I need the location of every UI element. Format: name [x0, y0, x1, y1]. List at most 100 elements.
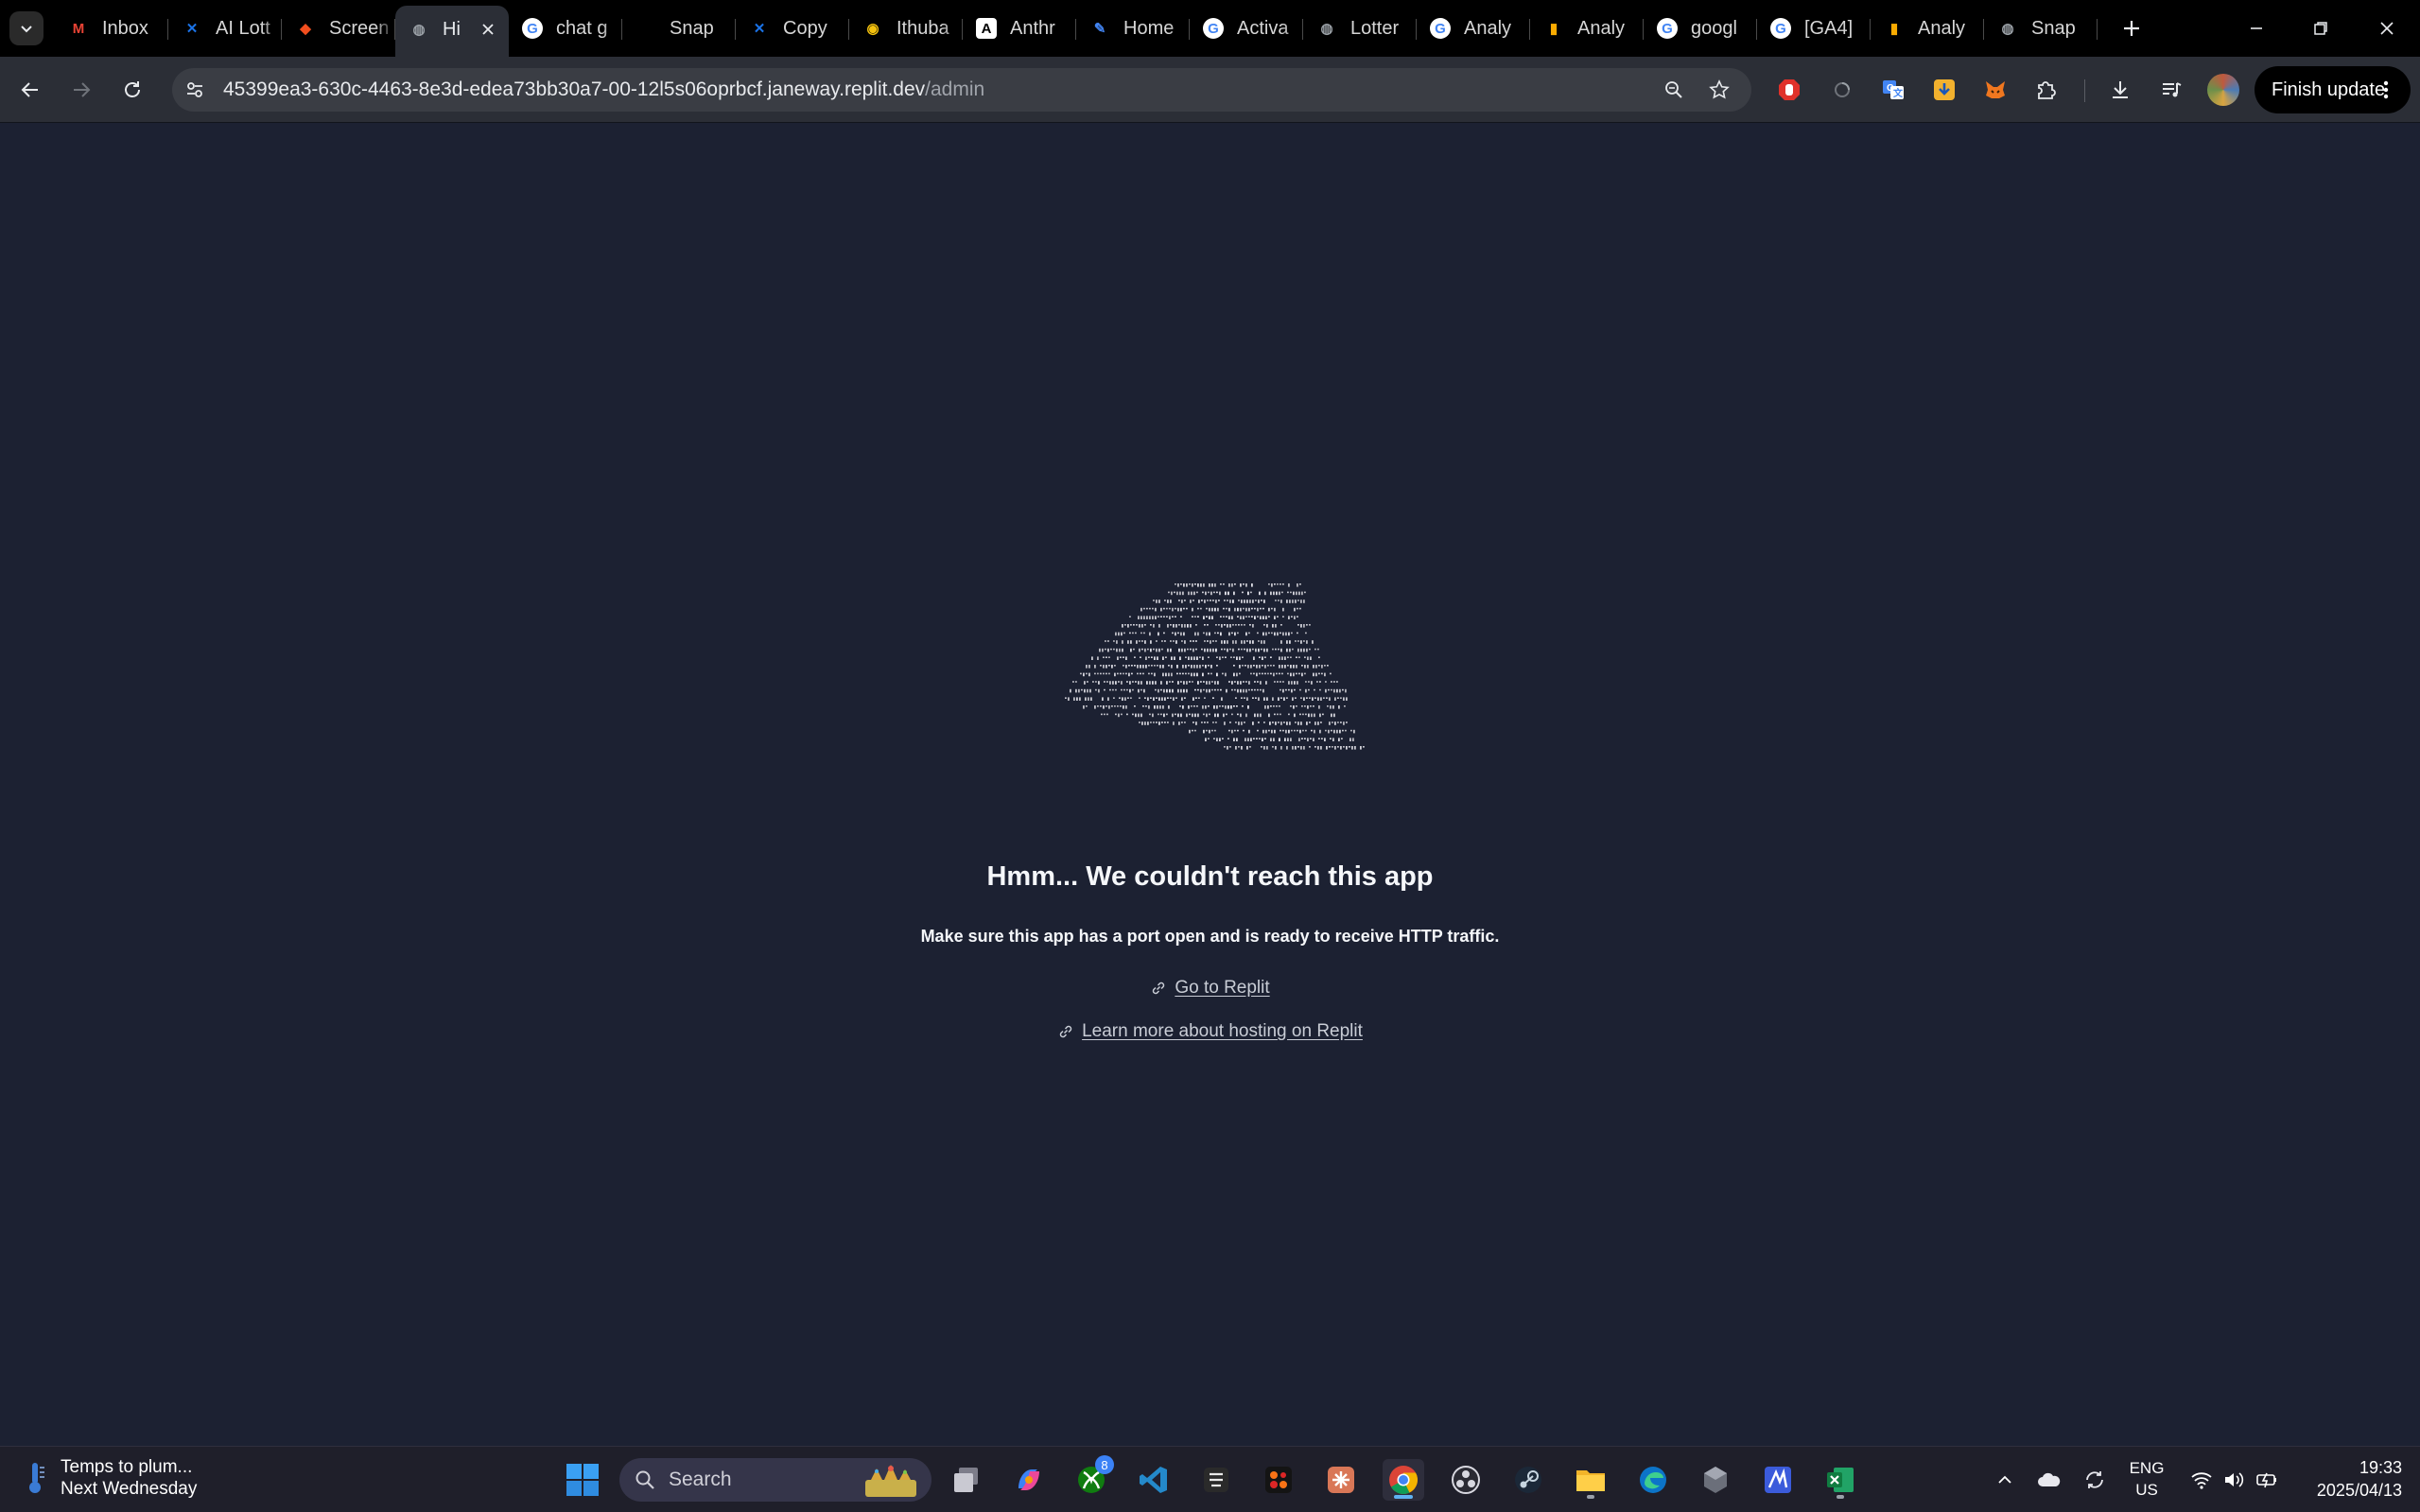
tab-1[interactable]: ✕ AI Lott [168, 6, 282, 51]
ascii-char [1075, 688, 1077, 693]
weather-widget[interactable]: Temps to plum... Next Wednesday [23, 1456, 197, 1500]
chrome-button[interactable] [1383, 1459, 1424, 1501]
tab-10[interactable]: G Activa [1190, 6, 1303, 51]
ascii-char [1354, 746, 1356, 750]
tab-7[interactable]: ◉ Ithuba [849, 6, 963, 51]
ascii-char [1175, 697, 1177, 699]
ascii-char [1333, 681, 1335, 683]
ascii-char [1227, 738, 1229, 739]
epic-app-button[interactable] [1195, 1459, 1237, 1501]
excel-button[interactable] [1819, 1459, 1861, 1501]
extension-metamask-button[interactable] [1978, 73, 2012, 107]
tab-search-button[interactable] [9, 11, 44, 45]
ascii-char [1259, 656, 1261, 658]
tab-title: Screen [329, 17, 390, 39]
close-window-button[interactable] [2355, 0, 2419, 57]
bookmark-button[interactable] [1700, 71, 1738, 109]
finish-update-button[interactable]: Finish update [2255, 66, 2411, 113]
ascii-char [1327, 705, 1329, 707]
extensions-button[interactable] [2029, 73, 2063, 107]
claude-app-button[interactable] [1320, 1459, 1362, 1501]
tab-6[interactable]: ✕ Copy [736, 6, 849, 51]
ascii-char [1194, 713, 1196, 718]
tab-16[interactable]: ▮ Analy [1871, 6, 1984, 51]
site-info-button[interactable] [176, 71, 214, 109]
reload-button[interactable] [113, 71, 151, 109]
tab-17[interactable]: ◍ Snap [1984, 6, 2098, 51]
extension-download-button[interactable] [1927, 73, 1961, 107]
zoom-button[interactable] [1655, 71, 1693, 109]
mathtype-app-button[interactable] [1757, 1459, 1799, 1501]
restore-button[interactable] [2289, 0, 2353, 57]
tab-4[interactable]: Gchat g [509, 6, 622, 51]
tab-3[interactable]: ◍ Hi [395, 6, 509, 57]
tab-15[interactable]: G [GA4] [1757, 6, 1871, 51]
tab-5[interactable]: Snap [622, 6, 736, 51]
tab-13[interactable]: ▮ Analy [1530, 6, 1644, 51]
ascii-char [1268, 713, 1270, 718]
steam-button[interactable] [1507, 1459, 1549, 1501]
vscode-button[interactable] [1133, 1459, 1175, 1501]
back-button[interactable] [11, 71, 49, 109]
xbox-button[interactable]: 8 [1071, 1455, 1114, 1501]
minimize-button[interactable] [2224, 0, 2289, 57]
new-tab-button[interactable] [2115, 11, 2149, 45]
ascii-char [1106, 705, 1107, 707]
chrome-running-indicator [1394, 1495, 1413, 1499]
input-language-indicator[interactable]: ENG US [2118, 1457, 2175, 1501]
ascii-char [1290, 672, 1292, 677]
wifi-status[interactable] [2186, 1466, 2217, 1494]
edge-button[interactable] [1632, 1459, 1674, 1501]
taskbar-search[interactable]: Search [619, 1458, 931, 1502]
obs-button[interactable] [1445, 1459, 1487, 1501]
clock[interactable]: 19:33 2025/04/13 [2289, 1456, 2402, 1502]
tab-11[interactable]: ◍ Lotter [1303, 6, 1417, 51]
ascii-char [1281, 591, 1283, 594]
ascii-char [1168, 591, 1170, 594]
ascii-char [1265, 729, 1267, 734]
downloads-button[interactable] [2103, 73, 2137, 107]
tab-0[interactable]: M Inbox [55, 6, 168, 51]
extension-loading-button[interactable] [1825, 73, 1859, 107]
start-button[interactable] [562, 1459, 603, 1501]
media-controls-button[interactable] [2154, 73, 2188, 107]
ascii-char [1091, 656, 1093, 660]
ascii-char [1197, 583, 1199, 587]
ascii-char [1200, 583, 1202, 587]
forward-button[interactable] [62, 71, 100, 109]
ascii-char [1296, 672, 1297, 675]
ascii-char [1204, 697, 1206, 699]
browser-menu-button[interactable] [2367, 71, 2405, 109]
ascii-char [1216, 656, 1218, 658]
onedrive-button[interactable] [2033, 1466, 2065, 1494]
unity-like-app-button[interactable] [1695, 1459, 1736, 1501]
sync-button[interactable] [2079, 1466, 2111, 1494]
file-explorer-button[interactable] [1570, 1459, 1611, 1501]
extension-adblock-button[interactable] [1772, 73, 1806, 107]
tab-9[interactable]: ✎ Home [1076, 6, 1190, 51]
tab-14[interactable]: Ggoogl [1644, 6, 1757, 51]
ascii-char [1293, 665, 1295, 669]
ascii-char [1254, 616, 1256, 619]
ascii-char [1140, 672, 1141, 675]
ascii-char [1233, 656, 1235, 658]
task-view-button[interactable] [946, 1459, 987, 1501]
tab-close-button[interactable] [475, 16, 501, 43]
volume-status[interactable] [2219, 1466, 2249, 1494]
address-bar[interactable]: 45399ea3-630c-4463-8e3d-edea73bb30a7-00-… [172, 68, 1751, 112]
extension-translate-button[interactable]: G文 [1876, 73, 1910, 107]
ascii-char [1241, 640, 1243, 644]
tab-12[interactable]: G Analy [1417, 6, 1530, 51]
ascii-char [1138, 713, 1140, 718]
profile-avatar[interactable] [2207, 74, 2239, 106]
figma-like-app-button[interactable] [1258, 1459, 1299, 1501]
battery-status[interactable] [2253, 1466, 2283, 1494]
show-hidden-icons-button[interactable] [1991, 1466, 2019, 1494]
ascii-char [1232, 640, 1234, 644]
tab-2[interactable]: ◆ Screen [282, 6, 395, 51]
ascii-char [1076, 697, 1078, 701]
copilot-button[interactable] [1008, 1459, 1050, 1501]
learn-more-hosting-link[interactable]: Learn more about hosting on Replit [0, 1021, 2420, 1042]
go-to-replit-link[interactable]: Go to Replit [0, 978, 2420, 999]
tab-8[interactable]: A Anthr [963, 6, 1076, 51]
